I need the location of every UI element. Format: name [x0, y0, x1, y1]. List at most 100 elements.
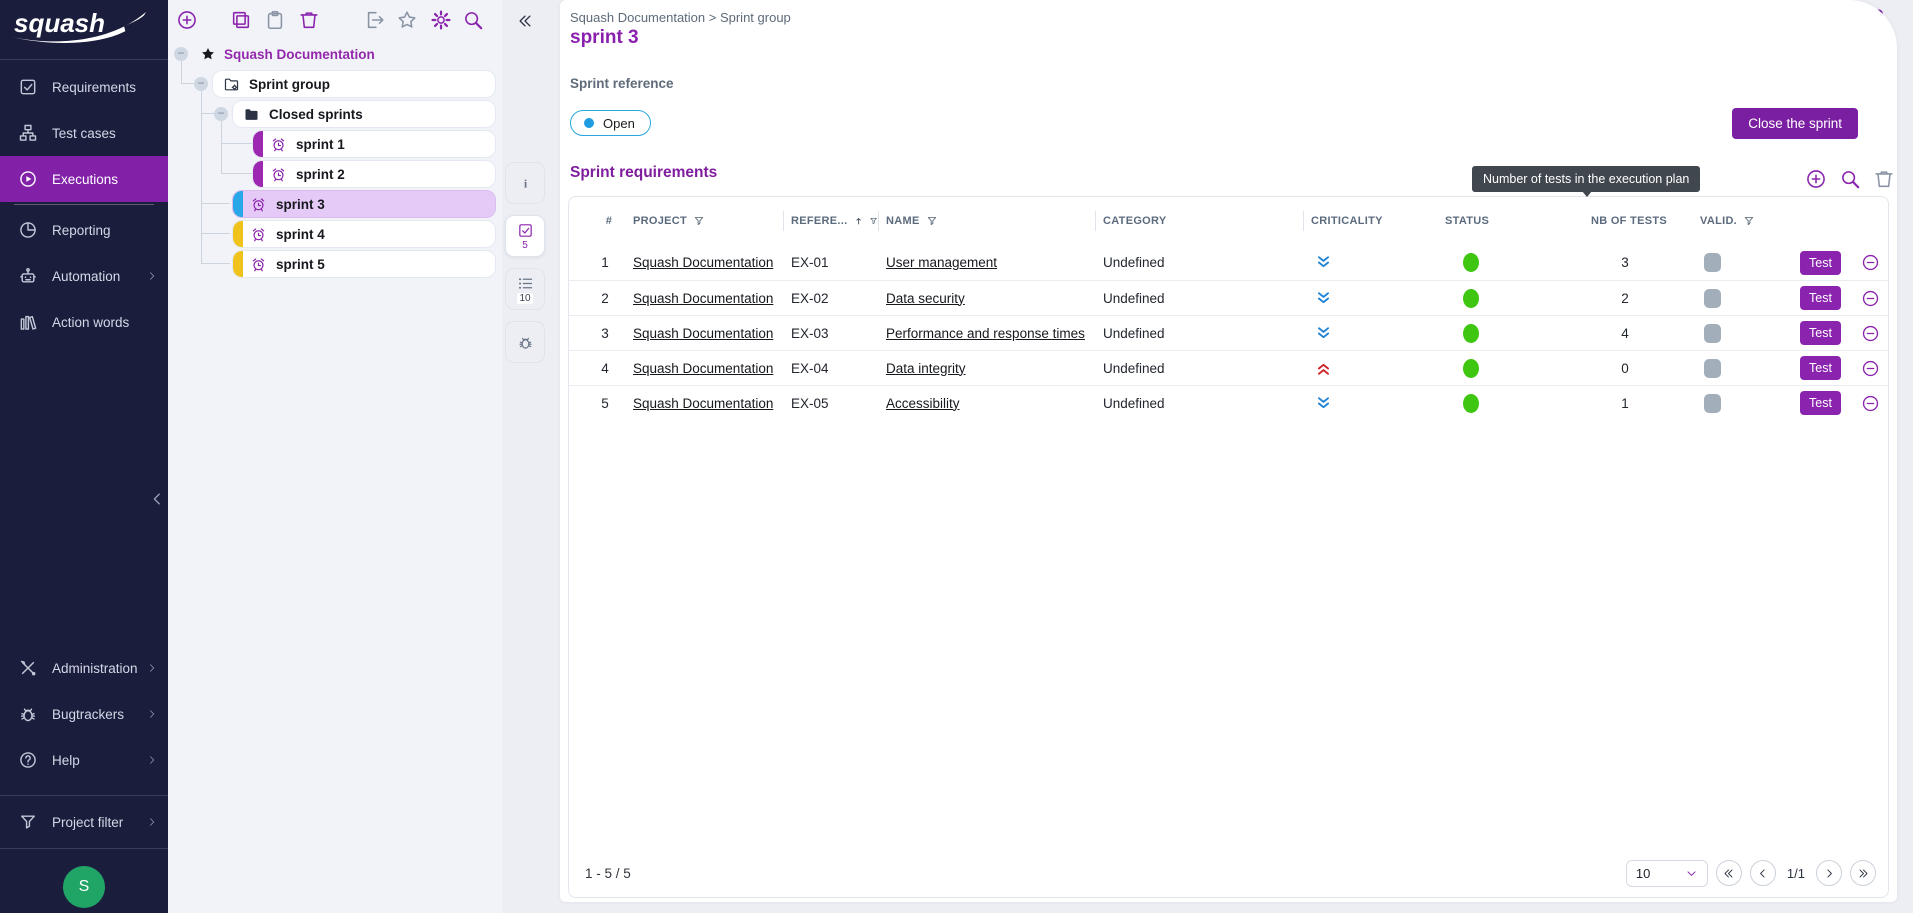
first-page-button[interactable] [1716, 860, 1742, 886]
cell-text: Undefined [1103, 396, 1165, 411]
valid-checkbox[interactable] [1704, 324, 1721, 343]
sidebar-item-label: Test cases [52, 126, 116, 141]
remove-requirement-icon[interactable] [1861, 253, 1880, 272]
valid-checkbox[interactable] [1704, 253, 1721, 272]
sidebar-collapse-icon[interactable] [148, 488, 166, 510]
tab-list[interactable]: 10 [505, 268, 545, 310]
filter-icon[interactable] [869, 215, 878, 227]
plus-circle-icon[interactable] [176, 9, 198, 31]
project-link[interactable]: Squash Documentation [633, 326, 773, 341]
remove-requirement-icon[interactable] [1861, 324, 1880, 343]
column-header-project[interactable]: PROJECT [625, 197, 783, 245]
cell-text: EX-01 [791, 255, 829, 270]
gear-icon[interactable] [430, 9, 452, 31]
collapse-tree-icon[interactable] [516, 12, 534, 30]
cell-status [1437, 316, 1558, 350]
test-button[interactable]: Test [1800, 286, 1841, 310]
name-link[interactable]: Data security [886, 291, 965, 306]
copy-icon[interactable] [230, 9, 252, 31]
sidebar-item-project-filter[interactable]: Project filter [0, 799, 168, 845]
cell-valid [1692, 316, 1792, 350]
filter-icon[interactable] [926, 215, 938, 227]
name-link[interactable]: User management [886, 255, 997, 270]
clipboard-icon[interactable] [264, 9, 286, 31]
remove-requirement-icon[interactable] [1861, 359, 1880, 378]
breadcrumb[interactable]: Squash Documentation > Sprint group [570, 10, 791, 25]
name-link[interactable]: Data integrity [886, 361, 966, 376]
project-link[interactable]: Squash Documentation [633, 291, 773, 306]
column-header-nb-of-tests[interactable]: NB OF TESTS [1558, 197, 1692, 245]
tree-node-sprint-3[interactable]: sprint 3 [232, 190, 496, 218]
collapse-icon[interactable]: − [214, 107, 228, 121]
column-header-valid-[interactable]: VALID. [1692, 197, 1792, 245]
sidebar-item-executions[interactable]: Executions [0, 156, 168, 202]
tab-bug[interactable] [505, 321, 545, 363]
sidebar-item-automation[interactable]: Automation [0, 253, 168, 299]
collapse-icon[interactable]: − [174, 47, 188, 61]
export-icon[interactable] [364, 9, 386, 31]
page-size-select[interactable]: 10 [1626, 860, 1708, 887]
project-link[interactable]: Squash Documentation [633, 361, 773, 376]
user-avatar[interactable]: S [63, 866, 105, 908]
tree-node-squash-documentation[interactable]: Squash Documentation [200, 40, 496, 68]
sidebar-item-administration[interactable]: Administration [0, 645, 168, 691]
tree-node-sprint-5[interactable]: sprint 5 [232, 250, 496, 278]
column-header-status[interactable]: STATUS [1437, 197, 1558, 245]
star-icon[interactable] [396, 9, 418, 31]
name-link[interactable]: Performance and response times [886, 326, 1085, 341]
column-header-criticality[interactable]: CRITICALITY [1303, 197, 1437, 245]
cell-text: EX-04 [791, 361, 829, 376]
column-header--[interactable]: # [585, 197, 625, 245]
tree-node-sprint-1[interactable]: sprint 1 [252, 130, 496, 158]
squash-logo[interactable]: squash [0, 0, 168, 60]
delete-icon[interactable] [1873, 168, 1895, 190]
valid-checkbox[interactable] [1704, 394, 1721, 413]
tree-node-sprint-group[interactable]: Sprint group [212, 70, 496, 98]
close-sprint-button[interactable]: Close the sprint [1732, 108, 1858, 139]
sprint-icon [250, 196, 267, 213]
sidebar-item-bugtrackers[interactable]: Bugtrackers [0, 691, 168, 737]
sidebar-item-help[interactable]: Help [0, 737, 168, 783]
remove-requirement-icon[interactable] [1861, 289, 1880, 308]
test-button[interactable]: Test [1800, 391, 1841, 415]
column-header-name[interactable]: NAME [878, 197, 1095, 245]
remove-requirement-icon[interactable] [1861, 394, 1880, 413]
valid-checkbox[interactable] [1704, 289, 1721, 308]
tree-node-closed-sprints[interactable]: Closed sprints [232, 100, 496, 128]
next-page-button[interactable] [1816, 860, 1842, 886]
sort-ascending-icon[interactable] [854, 215, 863, 227]
tree-row: sprint 5 [168, 250, 496, 278]
tree-node-sprint-2[interactable]: sprint 2 [252, 160, 496, 188]
tree: −Squash Documentation−Sprint group−Close… [168, 40, 496, 280]
filter-icon[interactable] [1743, 215, 1755, 227]
search-icon[interactable] [1839, 168, 1861, 190]
filter-icon[interactable] [693, 215, 705, 227]
collapse-icon[interactable]: − [194, 77, 208, 91]
table-header-row: #PROJECTREFERE...NAMECATEGORYCRITICALITY… [569, 197, 1888, 245]
column-header-category[interactable]: CATEGORY [1095, 197, 1303, 245]
sidebar-item-action-words[interactable]: Action words [0, 299, 168, 345]
project-link[interactable]: Squash Documentation [633, 396, 773, 411]
test-button[interactable]: Test [1800, 251, 1841, 275]
project-link[interactable]: Squash Documentation [633, 255, 773, 270]
tab-info[interactable]: i [505, 162, 545, 204]
last-page-button[interactable] [1850, 860, 1876, 886]
search-icon[interactable] [462, 9, 484, 31]
tab-checkbox[interactable]: 5 [505, 215, 545, 257]
test-button[interactable]: Test [1800, 321, 1841, 345]
add-requirement-icon[interactable] [1805, 168, 1827, 190]
test-button[interactable]: Test [1800, 356, 1841, 380]
column-header-refere-[interactable]: REFERE... [783, 197, 878, 245]
cell-reference: EX-02 [783, 281, 878, 315]
tab-count: 5 [520, 240, 530, 251]
trash-icon[interactable] [298, 9, 320, 31]
valid-checkbox[interactable] [1704, 359, 1721, 378]
name-link[interactable]: Accessibility [886, 396, 960, 411]
sidebar-item-test-cases[interactable]: Test cases [0, 110, 168, 156]
sidebar-item-reporting[interactable]: Reporting [0, 207, 168, 253]
pagination: 10 1/1 [1626, 860, 1876, 887]
prev-page-button[interactable] [1750, 860, 1776, 886]
sidebar-item-requirements[interactable]: Requirements [0, 64, 168, 110]
cell-text: 0 [1621, 361, 1629, 376]
tree-node-sprint-4[interactable]: sprint 4 [232, 220, 496, 248]
